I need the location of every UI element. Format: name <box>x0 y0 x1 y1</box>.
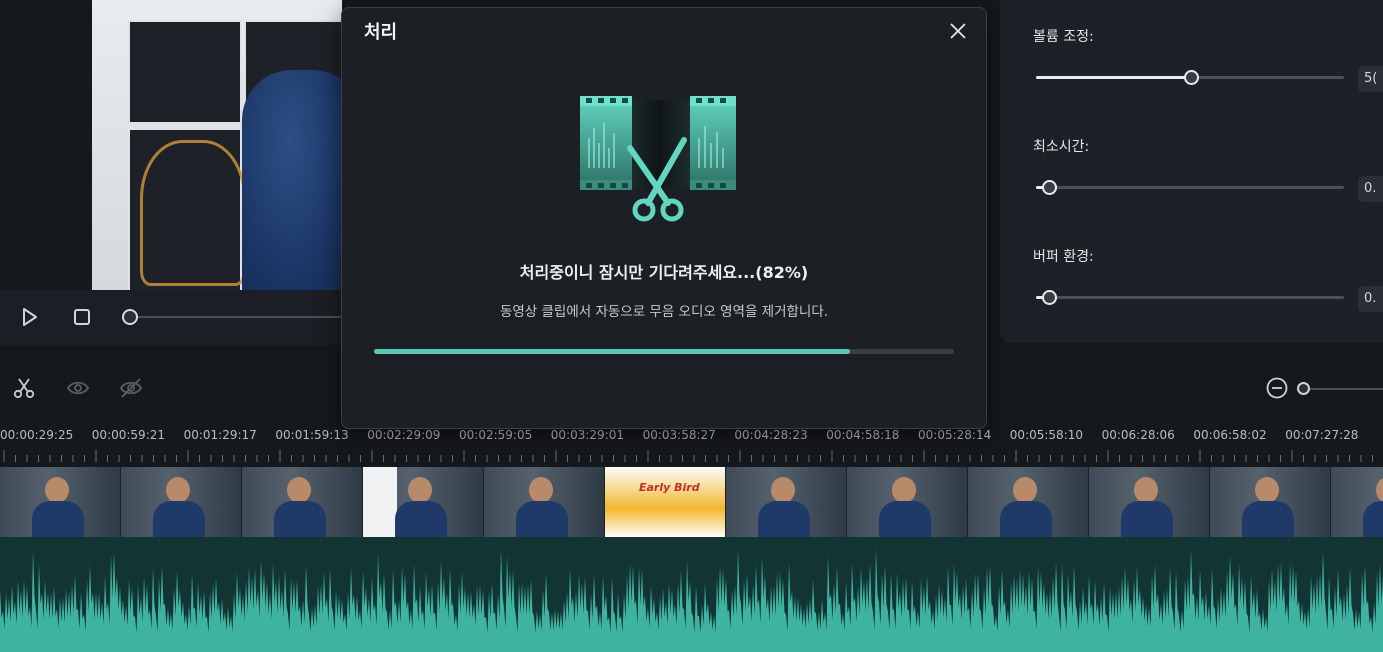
clip-caption: Early Bird <box>639 481 700 494</box>
stop-icon <box>74 309 90 325</box>
ruler-label: 00:06:58:02 <box>1193 428 1267 442</box>
clip-thumbnail <box>847 467 968 537</box>
min-time-slider[interactable] <box>1036 186 1344 189</box>
split-button[interactable] <box>11 375 37 401</box>
buffer-slider[interactable] <box>1036 296 1344 299</box>
wall-poster <box>128 20 242 124</box>
ruler-label: 00:02:29:09 <box>367 428 441 442</box>
ruler-label: 00:03:29:01 <box>550 428 625 442</box>
buffer-value[interactable]: 0. <box>1358 286 1383 312</box>
ruler-label: 00:01:59:13 <box>275 428 349 442</box>
clip-face <box>771 477 795 503</box>
close-icon <box>950 23 966 39</box>
volume-slider-fill <box>1036 76 1190 79</box>
clip-shirt <box>516 501 568 537</box>
clip-shirt <box>153 501 205 537</box>
clip-face <box>1376 477 1383 503</box>
video-preview-frame <box>92 0 342 290</box>
clip-shirt <box>32 501 84 537</box>
clip-thumbnail <box>484 467 605 537</box>
ruler-label: 00:00:29:25 <box>0 428 74 442</box>
video-track[interactable]: Early Bird <box>0 467 1383 537</box>
volume-slider-knob[interactable] <box>1184 70 1199 85</box>
volume-label: 볼륨 조정: <box>1033 29 1094 45</box>
clip-shirt <box>1121 501 1173 537</box>
clip-thumbnail <box>1331 467 1383 537</box>
play-button[interactable] <box>17 304 43 330</box>
clip-overlay <box>363 467 397 537</box>
zoom-out-icon <box>1266 377 1288 399</box>
ruler-label: 00:03:58:27 <box>642 428 716 442</box>
properties-panel: 볼륨 조정: 5( 최소시간: 0. 버퍼 환경: 0. <box>1000 0 1383 343</box>
gold-emblem <box>140 140 246 286</box>
processing-dialog: 처리 처리중이니 잠시만 기다려주세요...(82%) 동영상 클립에서 자동으… <box>341 7 987 429</box>
clip-face <box>1013 477 1037 503</box>
clip-face <box>529 477 553 503</box>
film-cut-scissors-icon <box>580 96 736 222</box>
clip-thumbnail <box>0 467 121 537</box>
clip-shirt <box>758 501 810 537</box>
dialog-title: 처리 <box>364 22 398 43</box>
clip-shirt <box>395 501 447 537</box>
clip-face <box>1134 477 1158 503</box>
zoom-slider-knob[interactable] <box>1297 382 1310 395</box>
ruler-label: 00:07:27:28 <box>1285 428 1359 442</box>
ruler-label: 00:04:58:18 <box>826 428 900 442</box>
show-button[interactable] <box>65 375 91 401</box>
clip-shirt <box>879 501 931 537</box>
scissors-icon <box>13 378 35 399</box>
playhead-track[interactable] <box>130 316 345 318</box>
clip-shirt <box>1242 501 1294 537</box>
clip-thumbnail <box>242 467 363 537</box>
clip-thumbnail <box>1210 467 1331 537</box>
video-person <box>242 70 342 290</box>
clip-shirt <box>274 501 326 537</box>
play-icon <box>23 308 37 326</box>
ruler-label: 00:05:28:14 <box>918 428 992 442</box>
clip-thumbnail <box>968 467 1089 537</box>
clip-thumbnail <box>121 467 242 537</box>
clip-shirt <box>1000 501 1052 537</box>
clip-thumbnail: Early Bird <box>605 467 726 537</box>
min-time-value[interactable]: 0. <box>1358 176 1383 202</box>
eye-off-icon <box>119 378 143 398</box>
clip-face <box>408 477 432 503</box>
ruler-label: 00:04:28:23 <box>734 428 808 442</box>
player-controls <box>0 290 345 345</box>
clip-face <box>1255 477 1279 503</box>
processing-status: 처리중이니 잠시만 기다려주세요...(82%) <box>519 263 809 282</box>
clip-thumbnail <box>363 467 484 537</box>
audio-track[interactable] <box>0 537 1383 652</box>
clip-thumbnail <box>726 467 847 537</box>
zoom-out-button[interactable] <box>1264 375 1290 401</box>
processing-description: 동영상 클립에서 자동으로 무음 오디오 영역을 제거합니다. <box>499 304 829 320</box>
clip-face <box>892 477 916 503</box>
zoom-slider[interactable] <box>1300 388 1383 390</box>
ruler-label: 00:02:59:05 <box>459 428 533 442</box>
eye-icon <box>66 381 90 395</box>
hide-button[interactable] <box>118 375 144 401</box>
clip-face <box>166 477 190 503</box>
min-time-label: 최소시간: <box>1033 139 1090 155</box>
ruler-label: 00:00:59:21 <box>91 428 166 442</box>
ruler-label: 00:05:58:10 <box>1009 428 1084 442</box>
clip-face <box>45 477 69 503</box>
progress-bar <box>374 349 954 354</box>
clip-shirt <box>1363 501 1383 537</box>
clip-face <box>287 477 311 503</box>
min-time-slider-knob[interactable] <box>1042 180 1058 195</box>
ruler-label: 00:01:29:17 <box>183 428 257 442</box>
stop-button[interactable] <box>69 304 95 330</box>
audio-waveform <box>0 548 1383 652</box>
close-button[interactable] <box>947 20 969 42</box>
volume-value[interactable]: 5( <box>1358 66 1383 92</box>
ruler-label: 00:06:28:06 <box>1101 428 1175 442</box>
buffer-slider-knob[interactable] <box>1042 290 1058 305</box>
playhead-knob[interactable] <box>122 309 138 325</box>
buffer-label: 버퍼 환경: <box>1033 249 1094 265</box>
progress-bar-fill <box>374 349 850 354</box>
ruler-ticks <box>3 450 1373 462</box>
clip-thumbnail <box>1089 467 1210 537</box>
